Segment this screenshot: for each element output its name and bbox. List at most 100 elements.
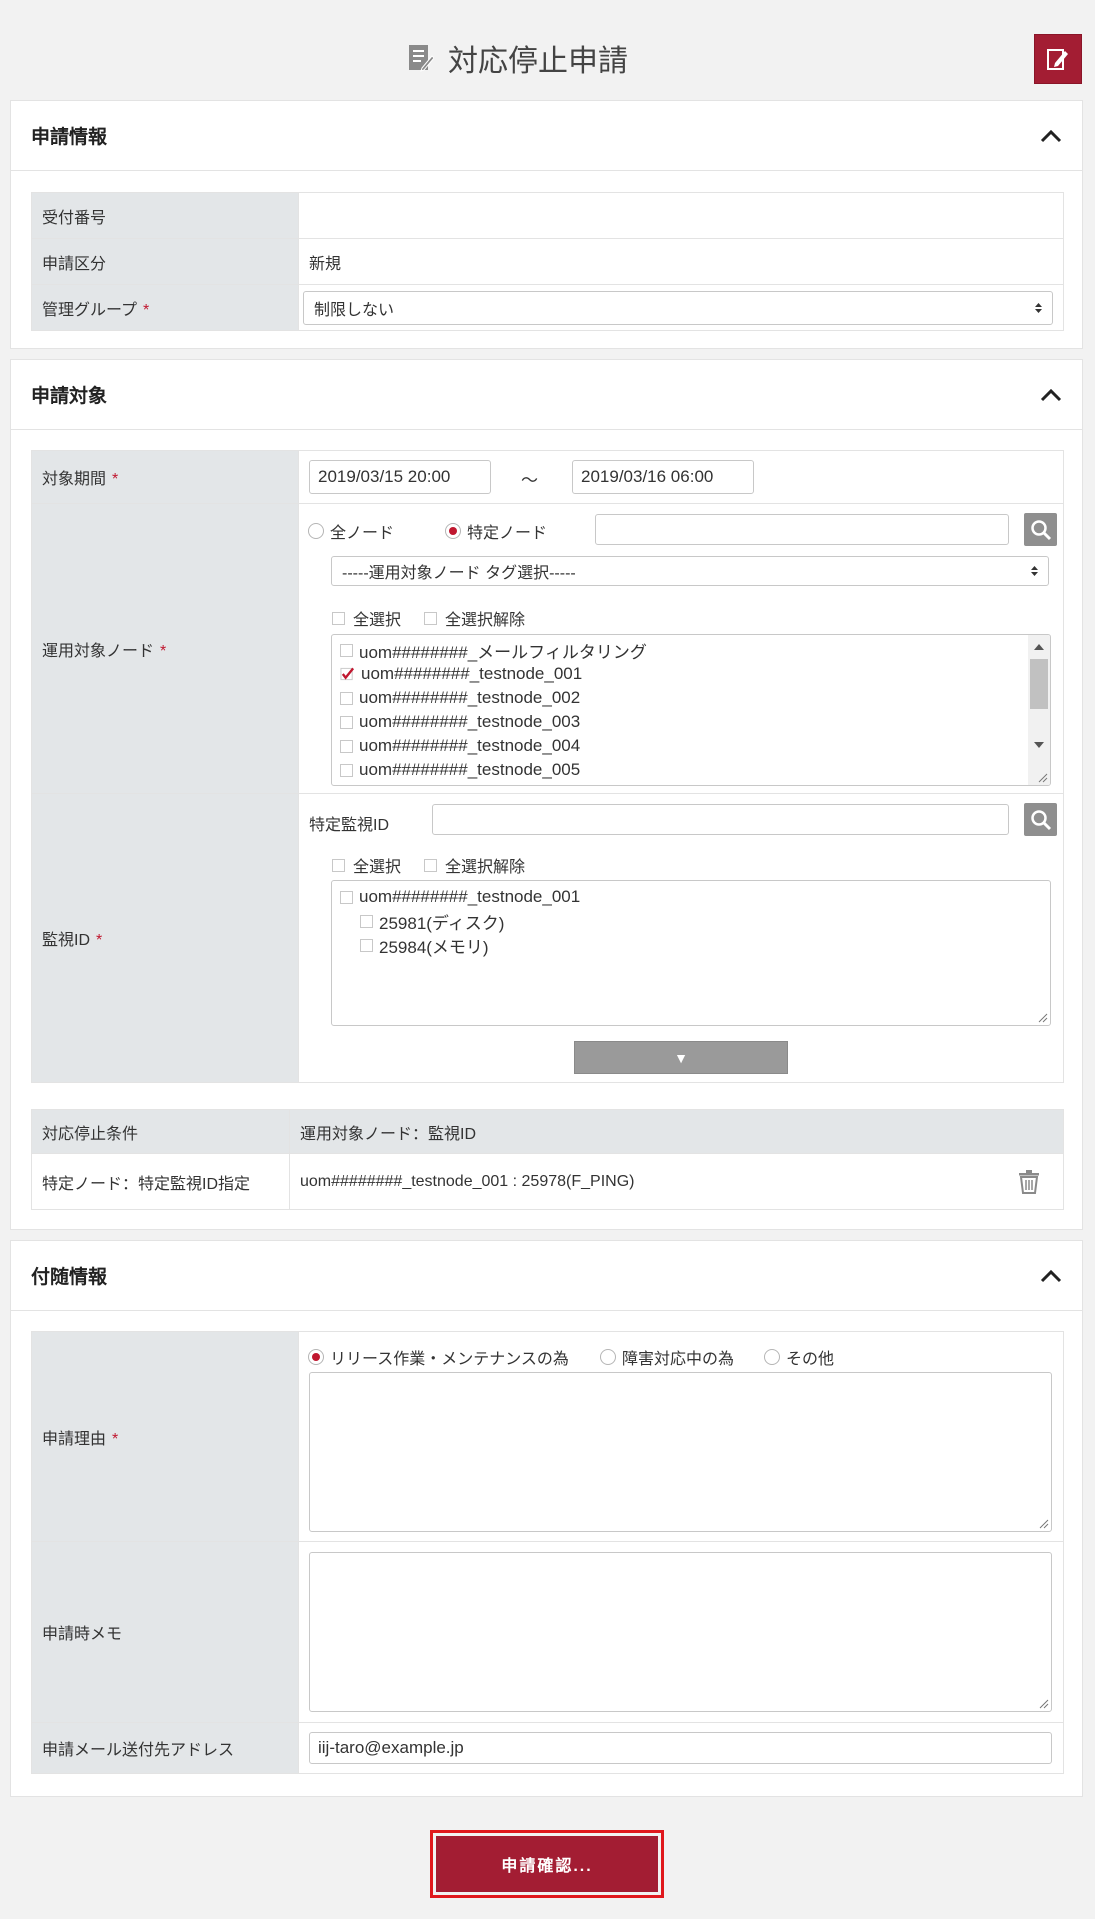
node-list[interactable]: uom########_メールフィルタリング uom########_testn… [331, 634, 1051, 786]
checkbox[interactable] [340, 643, 353, 657]
list-item[interactable]: uom########_メールフィルタリング [340, 638, 647, 662]
monitor-search-button[interactable] [1024, 803, 1057, 836]
application-type-label: 申請区分 [31, 238, 299, 285]
application-info-panel: 申請情報 受付番号 申請区分 新規 管理グループ * 制限しない [10, 100, 1083, 349]
email-input[interactable]: iij-taro@example.jp [309, 1732, 1052, 1764]
period-end-input[interactable]: 2019/03/16 06:00 [572, 460, 754, 494]
select-arrows-icon [1031, 566, 1038, 576]
reason-label-text: 申請理由 [42, 1430, 107, 1448]
management-group-cell: 制限しない [298, 284, 1064, 331]
monitor-deselect-all-label: 全選択解除 [445, 859, 526, 876]
reason-textarea[interactable] [309, 1372, 1052, 1532]
resize-grip-icon[interactable] [1038, 773, 1048, 783]
period-start-value: 2019/03/15 20:00 [318, 467, 451, 486]
tree-item[interactable]: 25984(メモリ) [340, 933, 580, 957]
checkmark-icon[interactable] [340, 667, 355, 682]
monitor-tree[interactable]: uom########_testnode_001 25981(ディスク) 259… [331, 880, 1051, 1026]
period-start-input[interactable]: 2019/03/15 20:00 [309, 460, 491, 494]
trash-icon[interactable] [1019, 1170, 1039, 1199]
node-search-button[interactable] [1024, 513, 1057, 546]
application-type-value: 新規 [298, 238, 1064, 285]
radio-specific-nodes[interactable]: 特定ノード [445, 519, 547, 543]
radio-specific-nodes-label: 特定ノード [467, 525, 548, 542]
checkbox [332, 858, 345, 872]
tree-item-label: 25984(メモリ) [379, 937, 489, 957]
radio-dot [308, 523, 324, 539]
radio-all-nodes[interactable]: 全ノード [308, 519, 394, 543]
period-label-text: 対象期間 [42, 471, 107, 488]
chevron-up-icon[interactable] [1040, 1269, 1062, 1283]
scroll-up-arrow-icon[interactable] [1034, 643, 1044, 651]
period-label: 対象期間 * [31, 450, 299, 504]
checkbox[interactable] [340, 890, 353, 904]
period-end-value: 2019/03/16 06:00 [581, 467, 714, 486]
memo-textarea[interactable] [309, 1552, 1052, 1712]
management-group-select[interactable]: 制限しない [303, 290, 1053, 325]
node-list-scrollbar[interactable] [1028, 635, 1050, 785]
list-item[interactable]: uom########_testnode_002 [340, 686, 647, 710]
list-item[interactable]: uom########_testnode_005 [340, 758, 647, 782]
edit-pen-icon [1047, 49, 1068, 70]
resize-grip-icon[interactable] [1039, 1519, 1049, 1529]
required-mark: * [112, 471, 119, 488]
monitor-search-input[interactable] [432, 804, 1009, 835]
submit-confirm-button[interactable]: 申請確認... [436, 1836, 658, 1892]
application-info-header[interactable]: 申請情報 [11, 101, 1082, 171]
monitor-deselect-all[interactable]: 全選択解除 [424, 853, 525, 877]
period-separator: ～ [521, 471, 538, 490]
add-condition-button[interactable]: ▼ [574, 1041, 788, 1074]
node-tag-select[interactable]: -----運用対象ノード タグ選択----- [331, 556, 1049, 586]
checkbox[interactable] [340, 691, 353, 705]
edit-document-icon [408, 44, 434, 72]
reason-radio-release-label: リリース作業・メンテナンスの為 [330, 1351, 569, 1368]
scrollbar-thumb[interactable] [1030, 659, 1048, 709]
node-search-input[interactable] [595, 514, 1009, 545]
list-item[interactable]: uom########_testnode_001 [340, 662, 647, 686]
monitor-id-cell: 特定監視ID 全選択 全選択解除 uom########_testnode_00… [298, 793, 1064, 1083]
reason-radio-release[interactable]: リリース作業・メンテナンスの為 [308, 1345, 569, 1369]
reception-number-label: 受付番号 [31, 192, 299, 239]
page-header: 対応停止申請 [0, 0, 1095, 100]
page-title-text: 対応停止申請 [448, 45, 628, 78]
reason-radio-incident-label: 障害対応中の為 [622, 1351, 735, 1368]
radio-dot-selected [445, 523, 461, 539]
tree-item[interactable]: uom########_testnode_001 [340, 885, 580, 909]
nodes-deselect-all[interactable]: 全選択解除 [424, 606, 525, 630]
edit-form-button[interactable] [1034, 34, 1082, 84]
radio-dot-selected [308, 1349, 324, 1365]
application-target-panel: 申請対象 対象期間 * 2019/03/15 20:00 ～ 2019/03/16… [10, 359, 1083, 1230]
radio-dot [600, 1349, 616, 1365]
list-item[interactable]: uom########_testnode_003 [340, 710, 647, 734]
monitor-select-all[interactable]: 全選択 [332, 853, 401, 877]
condition-table: 対応停止条件 運用対象ノード：監視ID 特定ノード：特定監視ID指定 uom##… [31, 1109, 1064, 1210]
checkbox[interactable] [360, 938, 373, 952]
chevron-up-icon[interactable] [1040, 388, 1062, 402]
tree-item[interactable]: 25981(ディスク) [340, 909, 580, 933]
required-mark: * [143, 301, 150, 319]
reason-radio-incident[interactable]: 障害対応中の為 [600, 1345, 734, 1369]
checkbox[interactable] [340, 739, 353, 753]
node-list-items: uom########_メールフィルタリング uom########_testn… [340, 638, 647, 782]
reason-cell: リリース作業・メンテナンスの為 障害対応中の為 その他 [298, 1331, 1064, 1542]
list-item-label: uom########_testnode_005 [359, 760, 581, 779]
application-target-header[interactable]: 申請対象 [11, 360, 1082, 430]
additional-info-header[interactable]: 付随情報 [11, 1241, 1082, 1311]
resize-grip-icon[interactable] [1038, 1013, 1048, 1023]
nodes-select-all[interactable]: 全選択 [332, 606, 401, 630]
target-form-table: 対象期間 * 2019/03/15 20:00 ～ 2019/03/16 06:0… [31, 450, 1064, 1083]
list-item-label: uom########_testnode_003 [359, 712, 581, 731]
checkbox[interactable] [340, 763, 353, 777]
checkbox[interactable] [360, 914, 373, 928]
scroll-down-arrow-icon[interactable] [1034, 741, 1044, 749]
resize-grip-icon[interactable] [1039, 1699, 1049, 1709]
list-item[interactable]: uom########_testnode_004 [340, 734, 647, 758]
monitor-id-label: 監視ID * [31, 793, 299, 1083]
reason-radio-other[interactable]: その他 [764, 1345, 834, 1369]
chevron-up-icon[interactable] [1040, 129, 1062, 143]
checkbox[interactable] [340, 715, 353, 729]
email-label: 申請メール送付先アドレス [31, 1722, 299, 1774]
target-nodes-label-text: 運用対象ノード [42, 642, 155, 660]
checkbox [424, 611, 437, 625]
email-input-value: iij-taro@example.jp [318, 1738, 464, 1757]
management-group-selected: 制限しない [314, 301, 395, 319]
